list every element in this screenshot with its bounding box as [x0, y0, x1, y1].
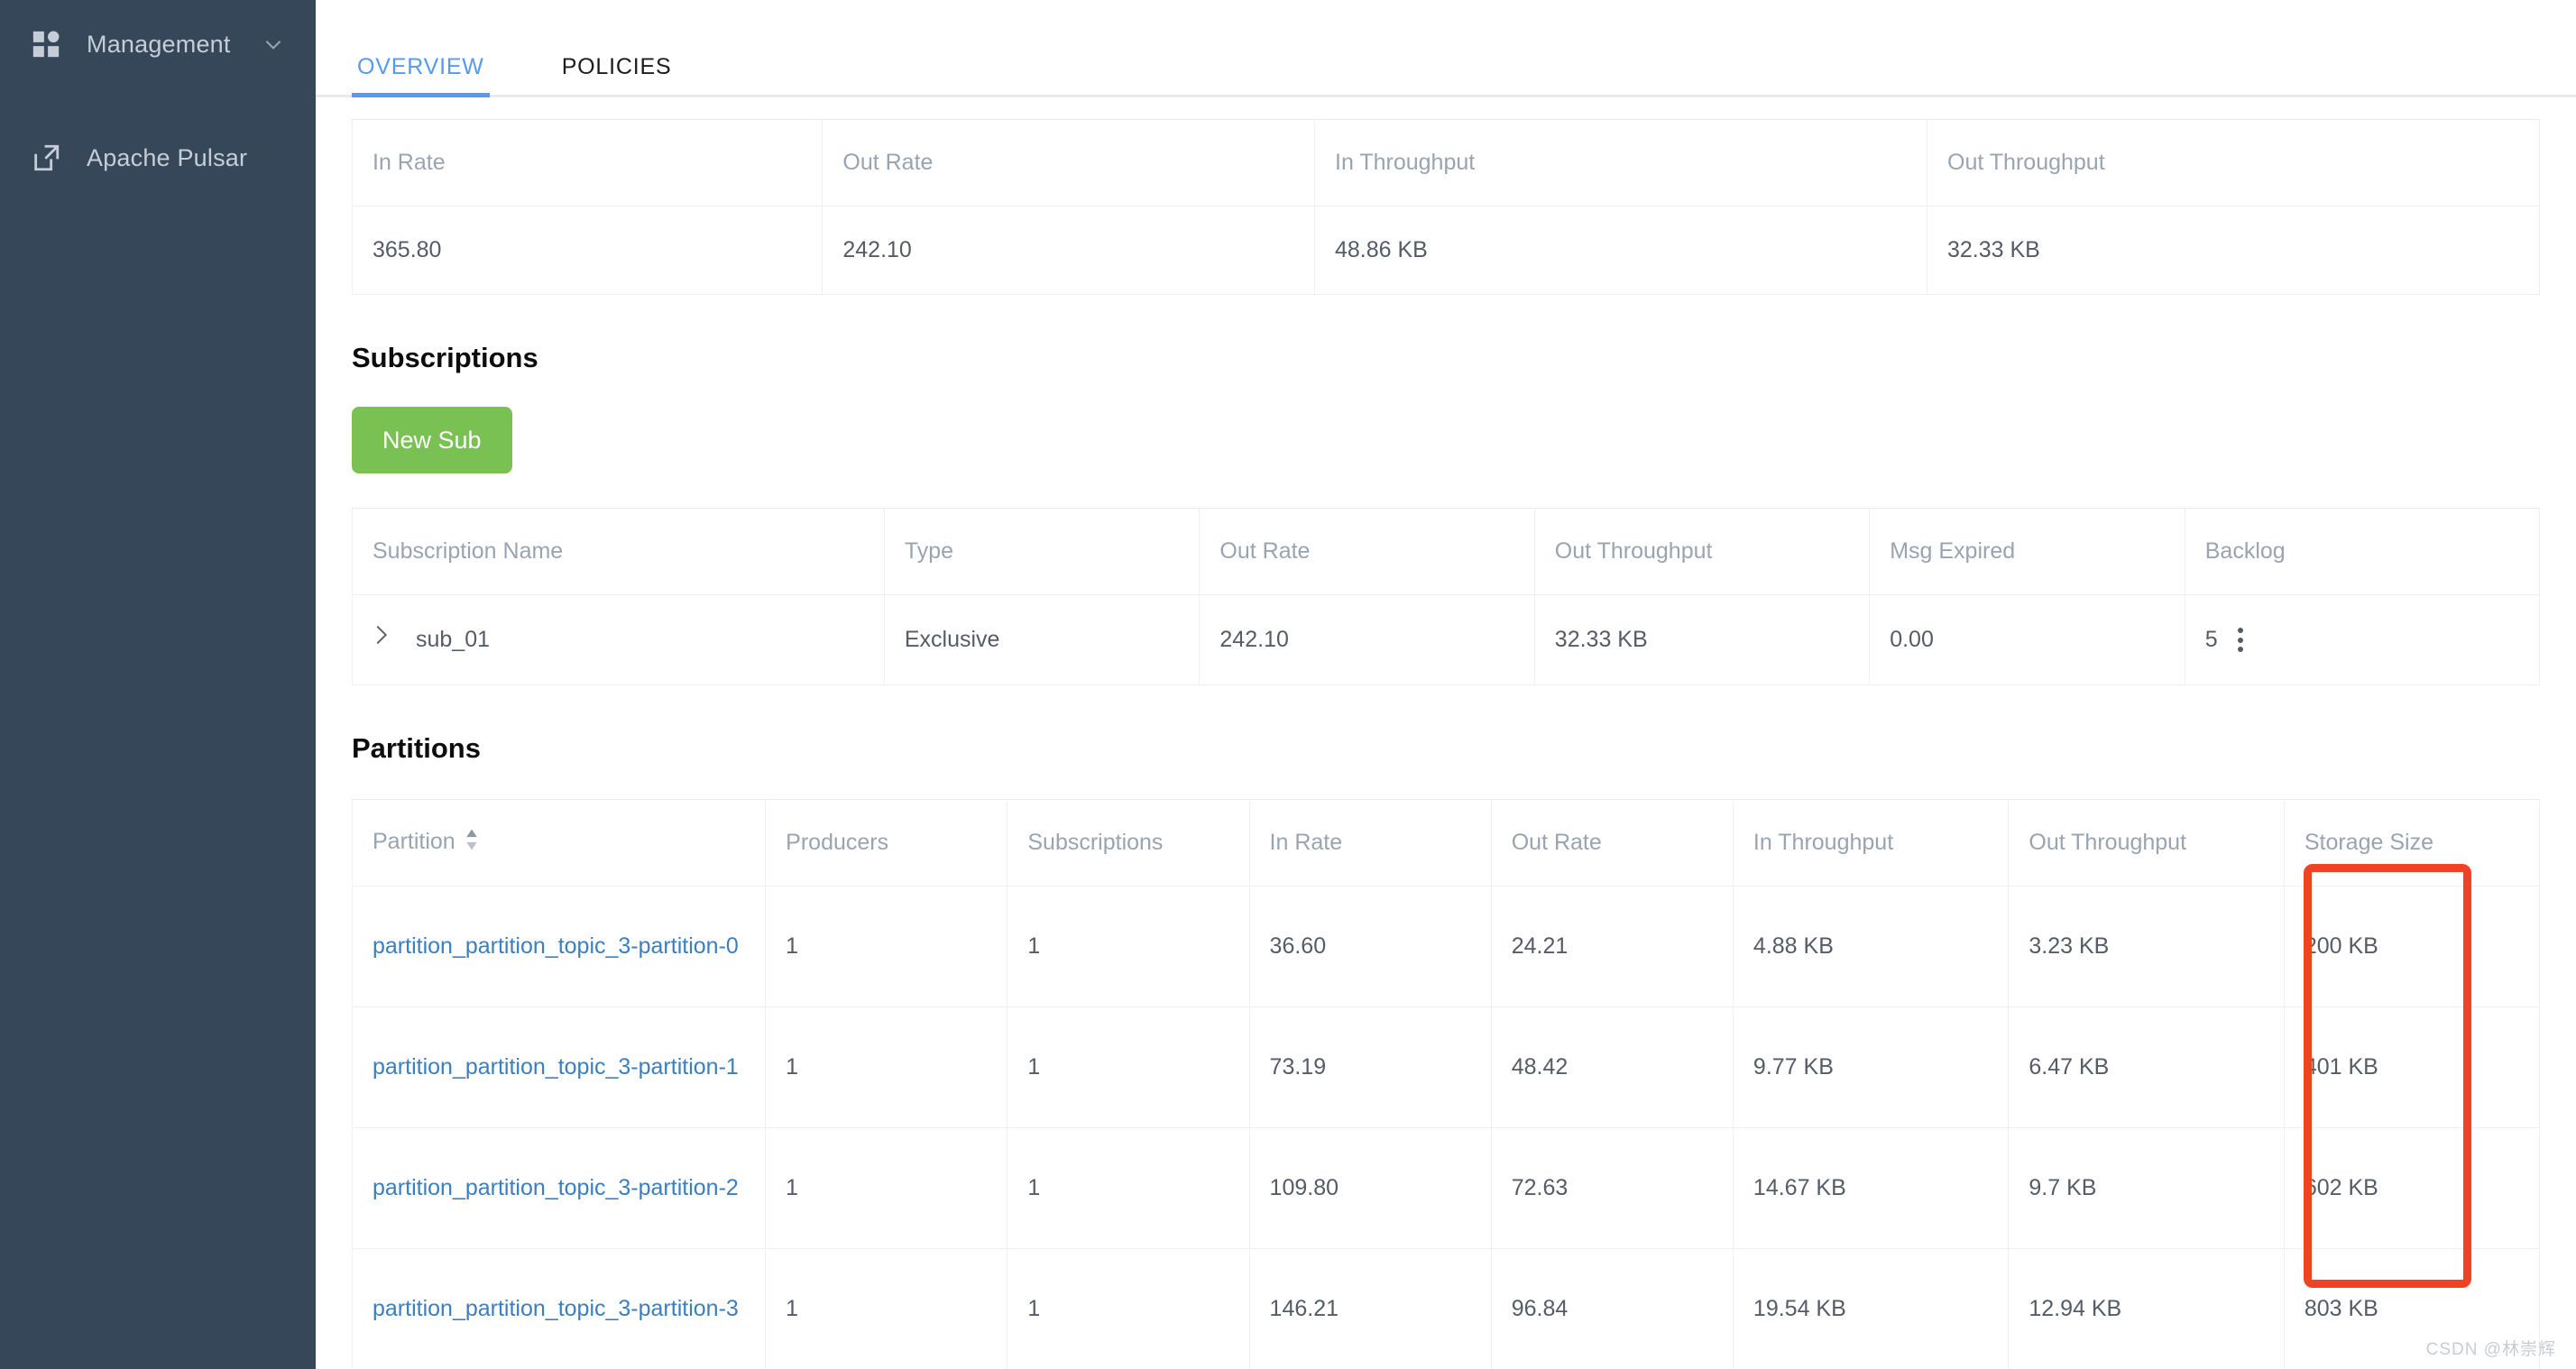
table-row: partition_partition_topic_3-partition-0 … — [351, 886, 2541, 1007]
cell-storage-size: 602 KB — [2283, 1127, 2541, 1249]
cell-partition: partition_partition_topic_3-partition-0 — [351, 886, 767, 1007]
cell-in-rate: 109.80 — [1248, 1127, 1492, 1249]
cell-subscriptions: 1 — [1007, 1248, 1250, 1369]
app-root: Management Apache Pulsar OVERVIEW POLICI… — [0, 0, 2576, 1369]
table-header-row: In Rate Out Rate In Throughput Out Throu… — [351, 119, 2540, 207]
cell-in-rate: 73.19 — [1248, 1006, 1492, 1128]
sidebar-item-apache-pulsar[interactable]: Apache Pulsar — [0, 119, 316, 197]
partition-link[interactable]: partition_partition_topic_3-partition-2 — [373, 1175, 739, 1200]
column-header-out-rate: Out Rate — [1490, 799, 1734, 887]
column-header-storage-size: Storage Size — [2283, 799, 2541, 887]
partition-link[interactable]: partition_partition_topic_3-partition-3 — [373, 1296, 739, 1321]
external-link-icon — [31, 142, 69, 173]
tab-bar: OVERVIEW POLICIES — [316, 0, 2576, 97]
table-row: partition_partition_topic_3-partition-2 … — [351, 1127, 2541, 1249]
cell-backlog: 5 — [2184, 594, 2541, 685]
topic-stats-table: In Rate Out Rate In Throughput Out Throu… — [351, 119, 2540, 295]
column-header-msg-expired: Msg Expired — [1869, 508, 2185, 595]
cell-producers: 1 — [765, 1127, 1008, 1249]
cell-out-rate: 24.21 — [1490, 886, 1734, 1007]
cell-in-rate: 36.60 — [1248, 886, 1492, 1007]
cell-out-rate: 48.42 — [1490, 1006, 1734, 1128]
new-sub-button[interactable]: New Sub — [352, 407, 512, 473]
grid-icon — [31, 29, 69, 60]
cell-out-throughput: 32.33 KB — [1533, 594, 1871, 685]
subscription-name-label: sub_01 — [416, 627, 491, 653]
column-header-partition[interactable]: Partition — [351, 799, 767, 887]
cell-storage-size: 401 KB — [2283, 1006, 2541, 1128]
cell-in-throughput: 19.54 KB — [1732, 1248, 2010, 1369]
column-header-in-throughput: In Throughput — [1314, 119, 1927, 207]
cell-out-throughput: 32.33 KB — [1927, 206, 2540, 295]
cell-producers: 1 — [765, 1248, 1008, 1369]
cell-subscriptions: 1 — [1007, 886, 1250, 1007]
table-header-row: Subscription Name Type Out Rate Out Thro… — [352, 508, 2541, 595]
cell-partition: partition_partition_topic_3-partition-1 — [351, 1006, 767, 1128]
column-header-subscriptions: Subscriptions — [1007, 799, 1250, 887]
sidebar-item-label: Management — [87, 30, 231, 58]
partition-link[interactable]: partition_partition_topic_3-partition-0 — [373, 933, 739, 959]
subscriptions-table: Subscription Name Type Out Rate Out Thro… — [352, 508, 2541, 685]
cell-out-throughput: 6.47 KB — [2008, 1006, 2285, 1128]
cell-type: Exclusive — [883, 594, 1201, 685]
tab-overview[interactable]: OVERVIEW — [352, 54, 490, 97]
column-header-out-throughput: Out Throughput — [2008, 799, 2285, 887]
partitions-title: Partitions — [352, 732, 481, 764]
cell-subscriptions: 1 — [1007, 1127, 1250, 1249]
table-header-row: Partition Producers Subscriptions In Rat… — [351, 799, 2541, 887]
tab-policies[interactable]: POLICIES — [557, 54, 677, 95]
cell-storage-size: 200 KB — [2283, 886, 2541, 1007]
subscriptions-title: Subscriptions — [352, 342, 538, 373]
cell-partition: partition_partition_topic_3-partition-2 — [351, 1127, 767, 1249]
table-row: partition_partition_topic_3-partition-3 … — [351, 1248, 2541, 1369]
chevron-right-icon[interactable] — [373, 623, 392, 656]
column-header-out-throughput: Out Throughput — [1927, 119, 2540, 207]
cell-out-rate: 242.10 — [1199, 594, 1535, 685]
column-header-type: Type — [883, 508, 1201, 595]
content-area: In Rate Out Rate In Throughput Out Throu… — [316, 119, 2576, 1369]
table-row: 365.80 242.10 48.86 KB 32.33 KB — [351, 206, 2540, 295]
column-header-out-rate: Out Rate — [822, 119, 1315, 207]
column-header-subscription-name: Subscription Name — [352, 508, 885, 595]
cell-in-throughput: 9.77 KB — [1732, 1006, 2010, 1128]
partitions-table: Partition Producers Subscriptions In Rat… — [351, 799, 2541, 1369]
column-header-in-rate: In Rate — [1248, 799, 1492, 887]
cell-out-throughput: 3.23 KB — [2008, 886, 2285, 1007]
cell-producers: 1 — [765, 886, 1008, 1007]
column-header-partition-label: Partition — [373, 829, 455, 855]
sidebar: Management Apache Pulsar — [0, 0, 316, 1369]
cell-subscription-name: sub_01 — [352, 594, 885, 685]
cell-producers: 1 — [765, 1006, 1008, 1128]
cell-out-throughput: 12.94 KB — [2008, 1248, 2285, 1369]
column-header-in-throughput: In Throughput — [1732, 799, 2010, 887]
cell-in-rate: 365.80 — [351, 206, 823, 295]
watermark: CSDN @林崇辉 — [2425, 1340, 2556, 1359]
cell-msg-expired: 0.00 — [1869, 594, 2185, 685]
sidebar-item-management[interactable]: Management — [0, 5, 316, 83]
column-header-in-rate: In Rate — [351, 119, 823, 207]
cell-partition: partition_partition_topic_3-partition-3 — [351, 1248, 767, 1369]
cell-out-rate: 72.63 — [1490, 1127, 1734, 1249]
table-row: sub_01 Exclusive 242.10 32.33 KB 0.00 5 — [352, 594, 2541, 685]
partition-link[interactable]: partition_partition_topic_3-partition-1 — [373, 1054, 739, 1080]
chevron-down-icon[interactable] — [262, 32, 285, 56]
cell-in-throughput: 4.88 KB — [1732, 886, 2010, 1007]
table-row: partition_partition_topic_3-partition-1 … — [351, 1006, 2541, 1128]
cell-in-rate: 146.21 — [1248, 1248, 1492, 1369]
column-header-out-rate: Out Rate — [1199, 508, 1535, 595]
cell-in-throughput: 14.67 KB — [1732, 1127, 2010, 1249]
main-content: OVERVIEW POLICIES In Rate Out Rate In Th… — [316, 0, 2576, 1369]
backlog-value: 5 — [2204, 627, 2218, 653]
cell-in-throughput: 48.86 KB — [1314, 206, 1927, 295]
more-options-icon[interactable] — [2237, 628, 2243, 652]
column-header-out-throughput: Out Throughput — [1533, 508, 1871, 595]
cell-out-throughput: 9.7 KB — [2008, 1127, 2285, 1249]
sort-icon[interactable] — [465, 828, 479, 858]
column-header-backlog: Backlog — [2184, 508, 2541, 595]
cell-subscriptions: 1 — [1007, 1006, 1250, 1128]
column-header-producers: Producers — [765, 799, 1008, 887]
cell-out-rate: 96.84 — [1490, 1248, 1734, 1369]
sidebar-item-label: Apache Pulsar — [87, 143, 248, 171]
cell-out-rate: 242.10 — [822, 206, 1315, 295]
